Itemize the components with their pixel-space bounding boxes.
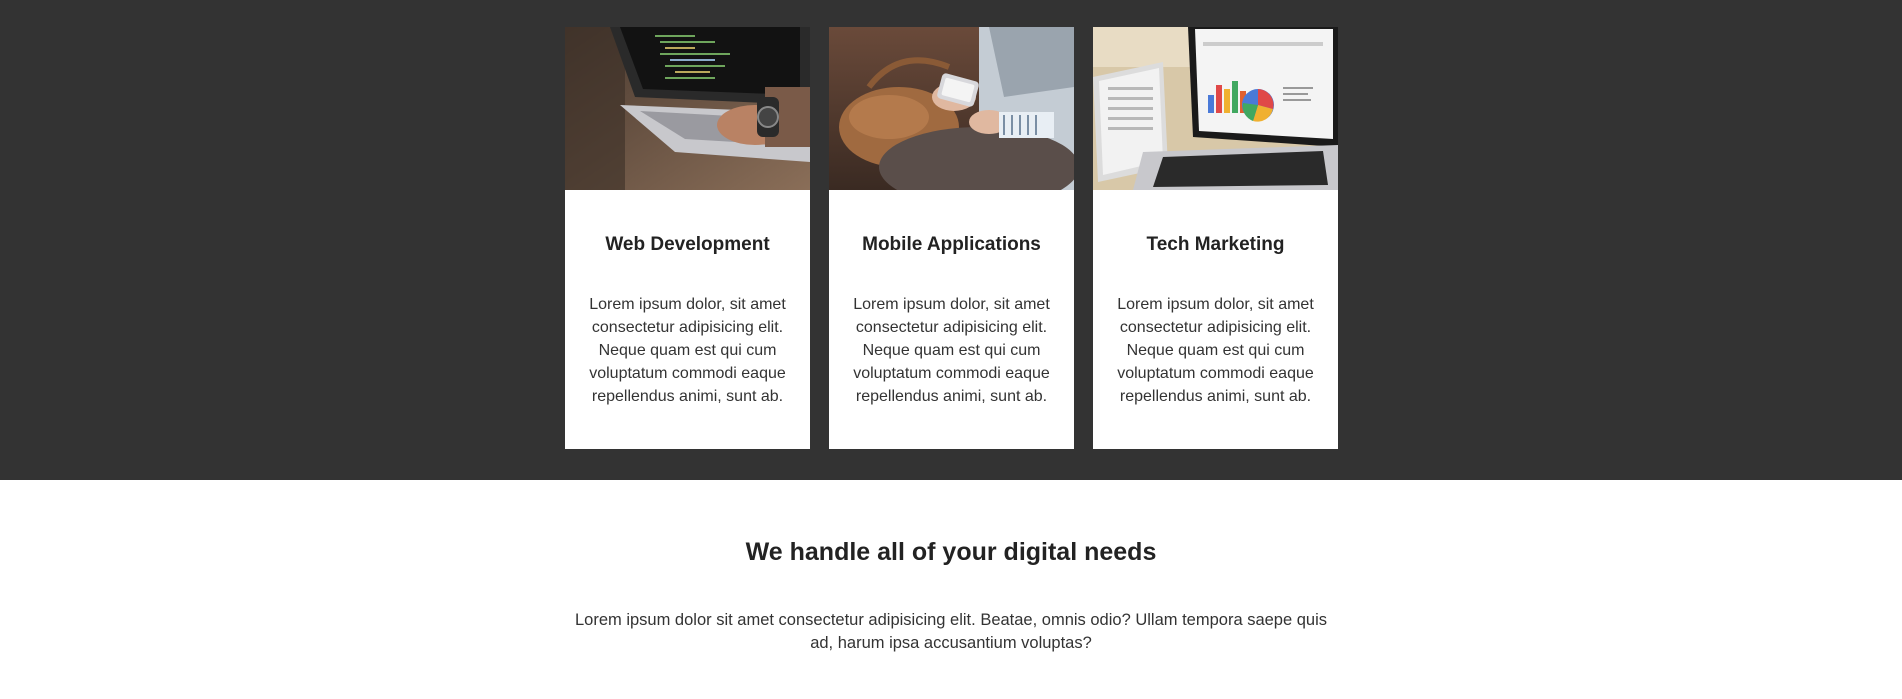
card-title: Tech Marketing	[1146, 234, 1285, 255]
laptop-charts-photo	[1093, 27, 1338, 190]
service-card-web-development: Web Development Lorem ipsum dolor, sit a…	[565, 27, 810, 449]
card-description: Lorem ipsum dolor, sit amet consectetur …	[589, 296, 786, 405]
card-title: Mobile Applications	[862, 234, 1041, 255]
section-heading: We handle all of your digital needs	[745, 538, 1157, 566]
card-title: Web Development	[605, 234, 770, 255]
card-description: Lorem ipsum dolor, sit amet consectetur …	[853, 296, 1050, 405]
service-card-tech-marketing: Tech Marketing Lorem ipsum dolor, sit am…	[1093, 27, 1338, 449]
laptop-coding-photo	[565, 27, 810, 190]
section-description: Lorem ipsum dolor sit amet consectetur a…	[574, 611, 1328, 652]
services-section: Web Development Lorem ipsum dolor, sit a…	[0, 0, 1902, 480]
card-description: Lorem ipsum dolor, sit amet consectetur …	[1117, 296, 1314, 405]
service-card-mobile-applications: Mobile Applications Lorem ipsum dolor, s…	[829, 27, 1074, 449]
phone-and-bag-photo	[829, 27, 1074, 190]
